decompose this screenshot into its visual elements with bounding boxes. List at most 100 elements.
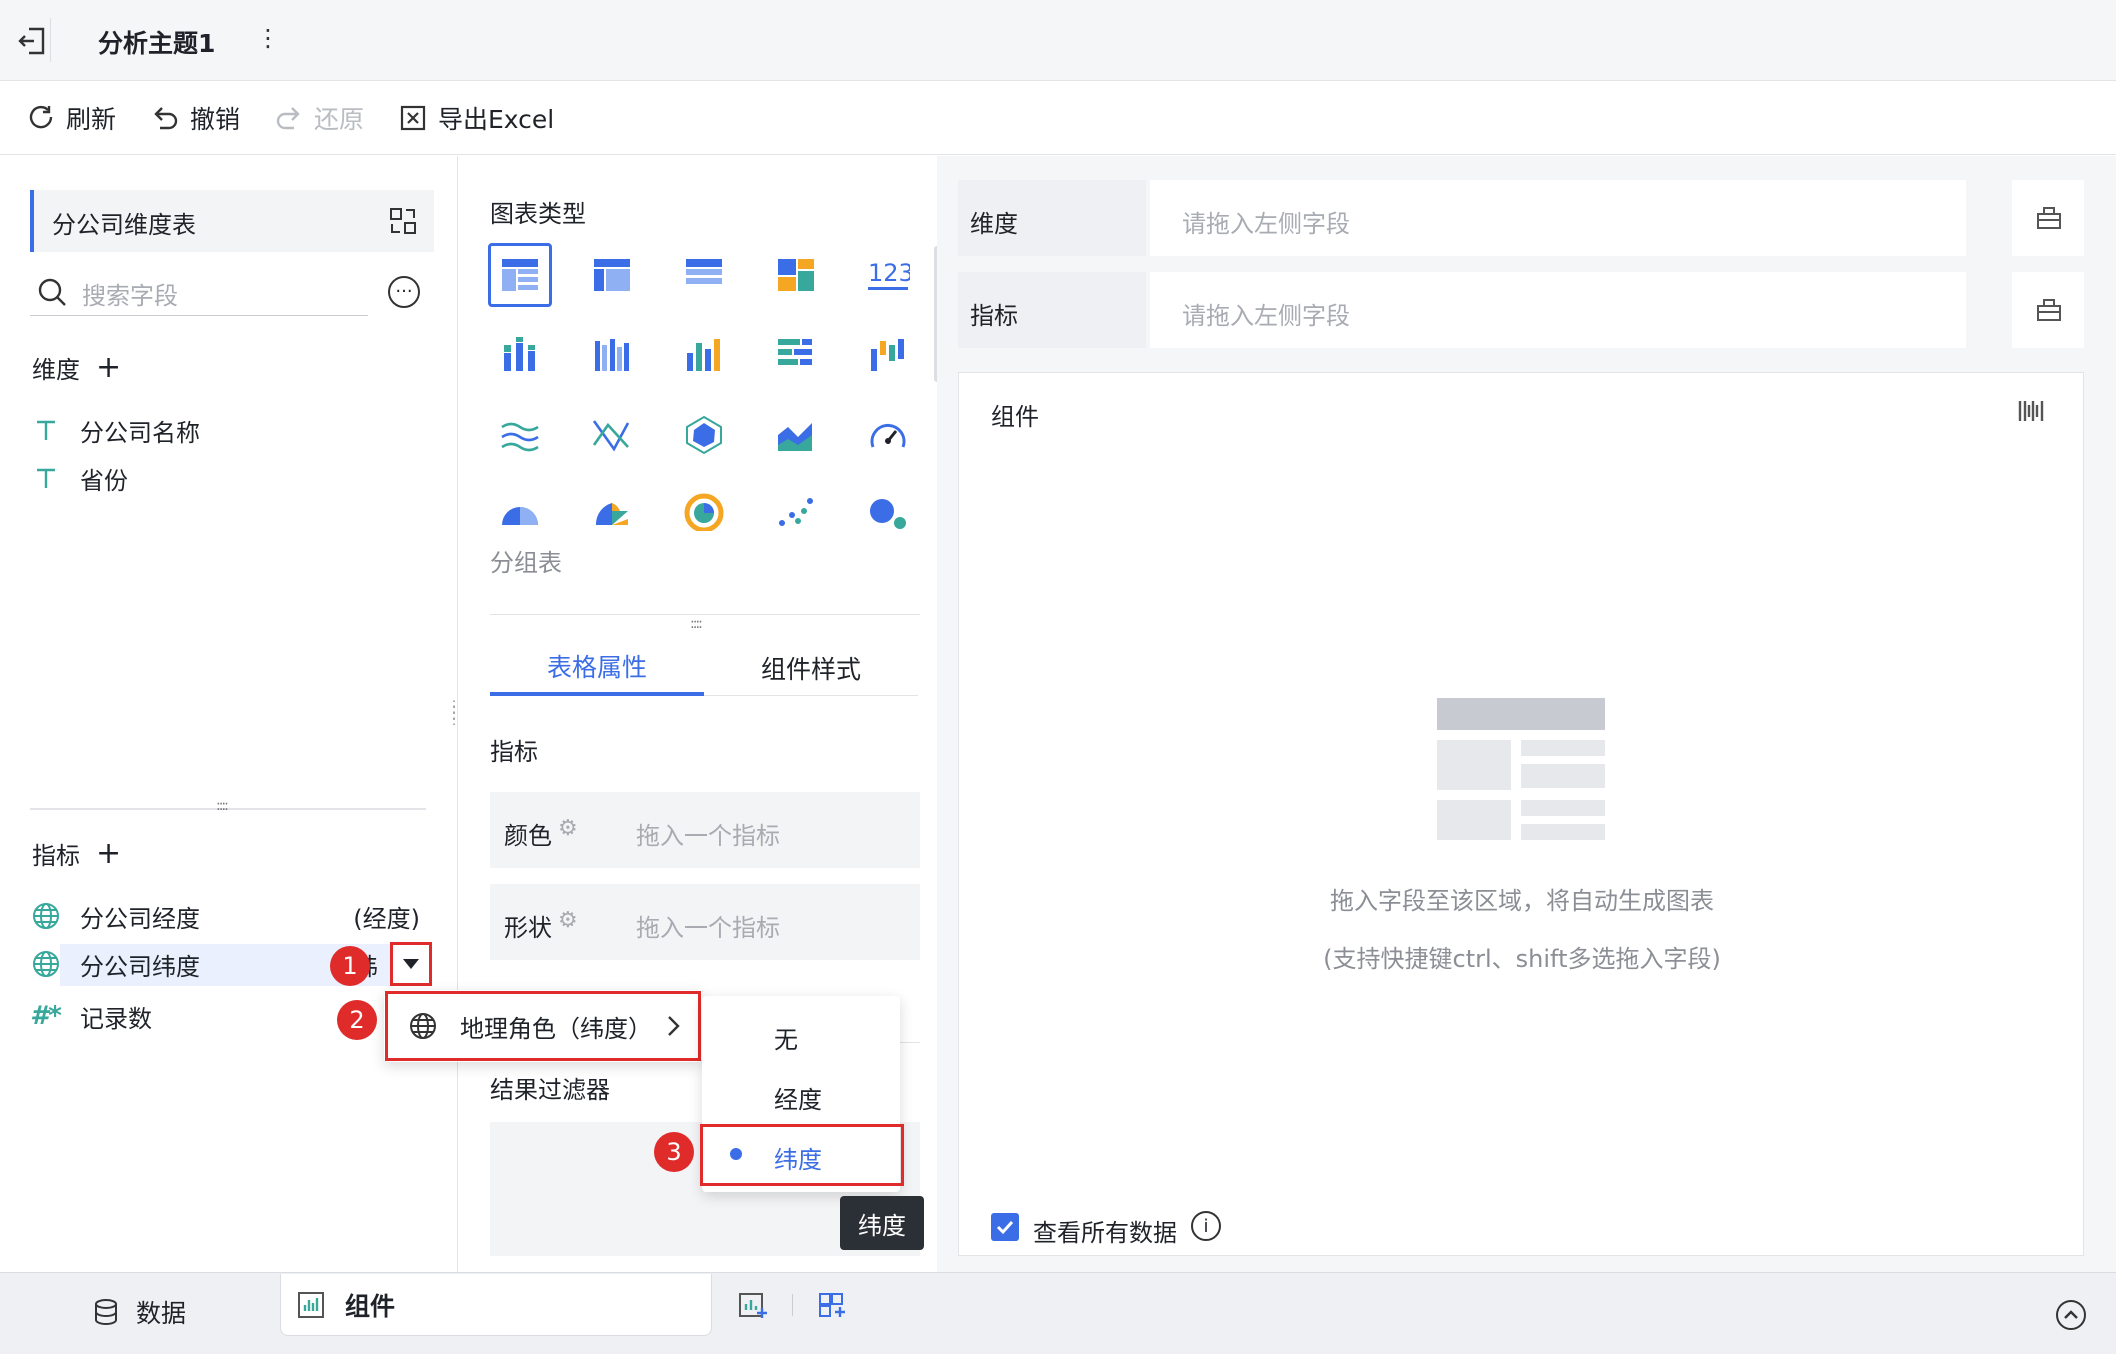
calculated-measure-icon: #*: [30, 1001, 62, 1031]
shape-drop-zone[interactable]: 形状 ⚙ 拖入一个指标: [490, 884, 920, 960]
dimension-shelf[interactable]: 维度 请拖入左侧字段: [958, 180, 2084, 256]
svg-text:123: 123: [868, 259, 910, 287]
submenu-item-longitude[interactable]: 经度: [702, 1066, 900, 1124]
dashboard-card-icon[interactable]: [764, 243, 828, 307]
field-label: 分公司纬度: [80, 952, 200, 981]
undo-icon: [154, 107, 178, 130]
drag-handle-icon[interactable]: ::::: [216, 798, 229, 814]
empty-hint: 拖入字段至该区域，将自动生成图表: [1330, 887, 1714, 915]
tab-component[interactable]: 组件: [280, 1274, 712, 1336]
waterfall-chart-icon[interactable]: [856, 323, 920, 387]
shelf-label: 指标: [970, 302, 1018, 330]
grouped-table-icon[interactable]: [488, 243, 552, 307]
field-search[interactable]: 搜索字段: [30, 270, 368, 316]
export-excel-button[interactable]: 导出Excel: [398, 101, 554, 135]
tab-component-style[interactable]: 组件样式: [704, 640, 918, 696]
exit-icon[interactable]: [16, 24, 50, 58]
tooltip: 纬度: [840, 1196, 924, 1250]
color-drop-zone[interactable]: 颜色 ⚙ 拖入一个指标: [490, 792, 920, 868]
refresh-icon: [29, 105, 53, 129]
add-measure-icon[interactable]: +: [96, 838, 121, 869]
shelf-label: 维度: [970, 210, 1018, 238]
submenu-label: 无: [774, 1026, 798, 1054]
radar-chart-icon[interactable]: [672, 403, 736, 467]
drop-placeholder: 请拖入左侧字段: [1182, 302, 1350, 330]
field-label: 记录数: [80, 1004, 152, 1033]
rose-chart-icon[interactable]: [580, 479, 644, 543]
add-dashboard-icon[interactable]: [818, 1290, 848, 1320]
view-all-data-checkbox[interactable]: [991, 1213, 1019, 1241]
tab-table-properties[interactable]: 表格属性: [490, 640, 704, 696]
dimension-label: 维度: [32, 356, 80, 384]
pie-chart-icon[interactable]: [488, 479, 552, 543]
kpi-number-icon[interactable]: 123: [856, 243, 920, 307]
field-item[interactable]: #* 记录数: [30, 996, 152, 1036]
more-menu-icon[interactable]: ⋮: [256, 24, 280, 52]
settings-icon[interactable]: ⚙: [558, 908, 578, 933]
step-badge-1: 1: [330, 946, 370, 986]
highlight-box-1: [390, 942, 432, 986]
globe-icon: [30, 900, 62, 932]
detail-table-icon[interactable]: [672, 243, 736, 307]
tab-label: 组件: [345, 1291, 396, 1321]
barcode-icon[interactable]: [2017, 397, 2045, 425]
area-chart-icon[interactable]: [764, 403, 828, 467]
sunburst-chart-icon[interactable]: [672, 479, 736, 543]
highlight-box-3: [700, 1124, 904, 1186]
redo-button[interactable]: 还原: [274, 101, 364, 135]
measure-shelf[interactable]: 指标 请拖入左侧字段: [958, 272, 2084, 348]
redo-icon: [276, 107, 300, 130]
measure-section-title: 指标: [490, 738, 538, 766]
grouped-column-icon[interactable]: [580, 323, 644, 387]
export-label: 导出Excel: [438, 105, 555, 134]
field-item[interactable]: 省份: [30, 458, 128, 498]
divider: [50, 18, 51, 62]
lock-icon[interactable]: [2034, 294, 2064, 324]
check-icon: [996, 1220, 1014, 1235]
table-name: 分公司维度表: [52, 211, 196, 239]
switch-table-icon[interactable]: [388, 206, 418, 236]
drop-placeholder: 拖入一个指标: [636, 822, 780, 850]
add-dimension-icon[interactable]: +: [96, 352, 121, 383]
line-chart-icon[interactable]: [488, 403, 552, 467]
bubble-chart-icon[interactable]: [856, 479, 920, 543]
refresh-button[interactable]: 刷新: [26, 101, 116, 135]
drop-placeholder: 拖入一个指标: [636, 914, 780, 942]
bar-chart-icon[interactable]: [764, 323, 828, 387]
field-item[interactable]: 分公司经度 (经度): [30, 896, 420, 936]
drag-handle-icon[interactable]: ::::: [690, 616, 703, 632]
tab-label: 表格属性: [546, 653, 647, 682]
add-component-icon[interactable]: [738, 1290, 768, 1320]
more-options-icon[interactable]: ···: [388, 276, 420, 308]
search-input[interactable]: 搜索字段: [82, 276, 178, 311]
tooltip-text: 纬度: [858, 1211, 906, 1240]
view-all-data-label: 查看所有数据: [1033, 1219, 1177, 1247]
field-item[interactable]: 分公司纬度 (纬: [30, 944, 378, 984]
field-item[interactable]: 分公司名称: [30, 410, 200, 450]
cross-line-chart-icon[interactable]: [580, 403, 644, 467]
gauge-chart-icon[interactable]: [856, 403, 920, 467]
table-selector[interactable]: 分公司维度表: [30, 190, 434, 252]
settings-icon[interactable]: ⚙: [558, 816, 578, 841]
title-bar: [0, 0, 2116, 81]
database-icon: [94, 1299, 117, 1326]
tab-data[interactable]: 数据: [0, 1274, 278, 1350]
chart-icon: [298, 1291, 324, 1318]
component-canvas[interactable]: 组件 拖入字段至该区域，将自动生成图表 (支持快捷键ctrl、shift多选拖入…: [958, 372, 2084, 1256]
step-badge-2: 2: [337, 1000, 377, 1040]
info-icon[interactable]: i: [1191, 1211, 1221, 1241]
collapse-up-icon[interactable]: [2056, 1300, 2086, 1330]
submenu-item-none[interactable]: 无: [702, 1006, 900, 1064]
redo-label: 还原: [314, 105, 365, 134]
cross-table-icon[interactable]: [580, 243, 644, 307]
highlight-box-2: [385, 991, 701, 1061]
splitter-handle[interactable]: [30, 808, 426, 810]
color-label: 颜色: [504, 822, 552, 850]
scatter-chart-icon[interactable]: [764, 479, 828, 543]
divider: [792, 1294, 793, 1316]
lock-icon[interactable]: [2034, 202, 2064, 232]
stacked-column-icon[interactable]: [488, 323, 552, 387]
column-chart-icon[interactable]: [672, 323, 736, 387]
undo-button[interactable]: 撤销: [150, 101, 240, 135]
component-title: 组件: [991, 403, 1039, 431]
